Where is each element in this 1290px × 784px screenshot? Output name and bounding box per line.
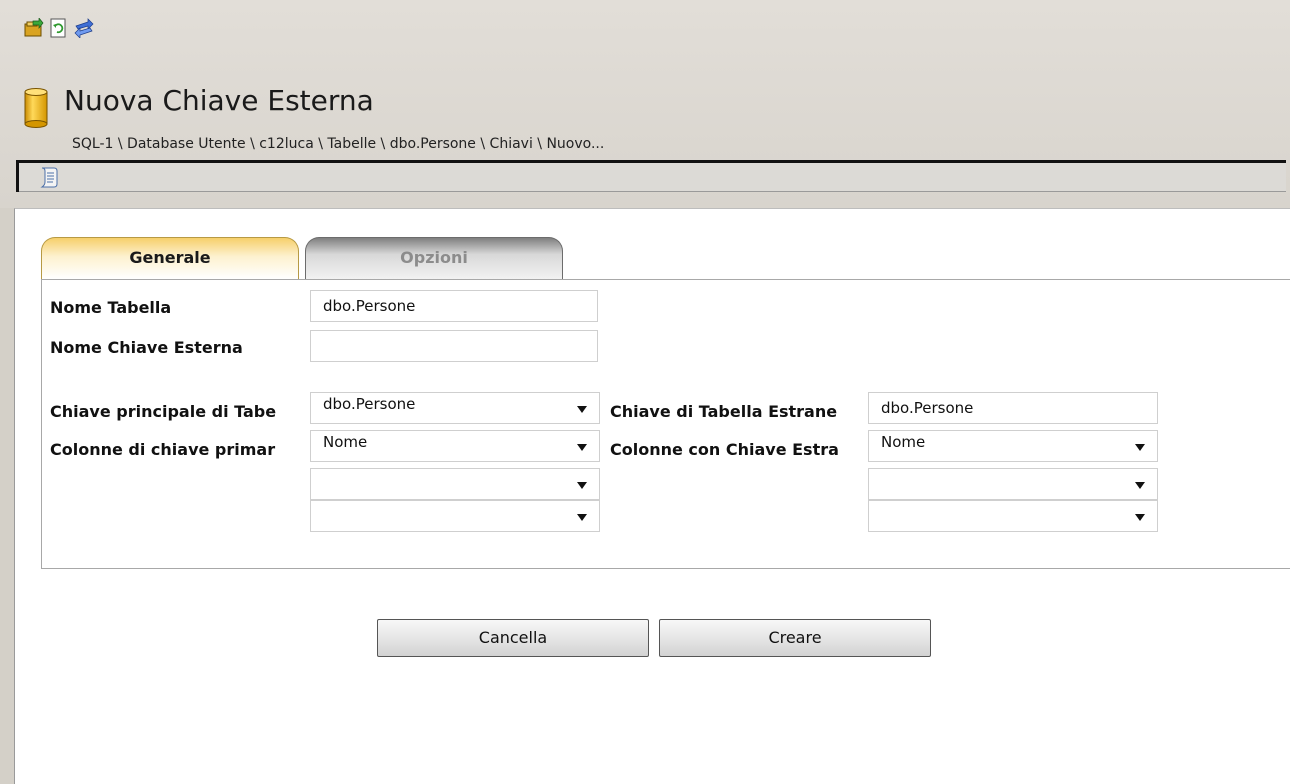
tab-generale[interactable]: Generale	[41, 237, 299, 279]
chevron-down-icon	[1135, 444, 1145, 451]
chiave-estranea-label: Chiave di Tabella Estrane	[610, 402, 838, 421]
chiave-principale-value: dbo.Persone	[323, 395, 416, 413]
colonne-estranea-select-2[interactable]	[868, 468, 1158, 500]
chevron-down-icon	[577, 406, 587, 413]
colonne-estranea-label: Colonne con Chiave Estra	[610, 440, 839, 459]
script-toolbar	[16, 160, 1286, 192]
form-content: Generale Opzioni Nome Tabella dbo.Person…	[14, 208, 1290, 784]
colonne-primaria-label: Colonne di chiave primar	[50, 440, 276, 459]
export-icon[interactable]	[24, 18, 44, 38]
header-area: Nuova Chiave Esterna SQL-1 \ Database Ut…	[0, 0, 1290, 208]
page-title: Nuova Chiave Esterna	[64, 84, 374, 117]
breadcrumb: SQL-1 \ Database Utente \ c12luca \ Tabe…	[72, 136, 605, 152]
chevron-down-icon	[577, 482, 587, 489]
nome-tabella-field[interactable]: dbo.Persone	[310, 290, 598, 322]
script-icon[interactable]	[39, 166, 59, 188]
tab-opzioni[interactable]: Opzioni	[305, 237, 563, 279]
colonne-primaria-value-1: Nome	[323, 433, 368, 451]
chevron-down-icon	[577, 444, 587, 451]
chiave-principale-select[interactable]: dbo.Persone	[310, 392, 600, 424]
chevron-down-icon	[1135, 514, 1145, 521]
chevron-down-icon	[1135, 482, 1145, 489]
chiave-estranea-field[interactable]: dbo.Persone	[868, 392, 1158, 424]
colonne-estranea-select-1[interactable]: Nome	[868, 430, 1158, 462]
chiave-principale-label: Chiave principale di Tabe	[50, 402, 277, 421]
nome-chiave-esterna-label: Nome Chiave Esterna	[50, 338, 243, 357]
database-icon	[24, 88, 48, 128]
chevron-down-icon	[577, 514, 587, 521]
cancel-button[interactable]: Cancella	[377, 619, 649, 657]
sync-icon[interactable]	[74, 18, 94, 38]
nome-chiave-esterna-field[interactable]	[310, 330, 598, 362]
refresh-icon[interactable]	[48, 18, 68, 38]
colonne-estranea-select-3[interactable]	[868, 500, 1158, 532]
general-panel: Nome Tabella dbo.Persone Nome Chiave Est…	[41, 279, 1290, 569]
nome-tabella-label: Nome Tabella	[50, 298, 172, 317]
create-button[interactable]: Creare	[659, 619, 931, 657]
colonne-primaria-select-3[interactable]	[310, 500, 600, 532]
colonne-primaria-select-1[interactable]: Nome	[310, 430, 600, 462]
window: Nuova Chiave Esterna SQL-1 \ Database Ut…	[0, 0, 1290, 784]
colonne-estranea-value-1: Nome	[881, 433, 926, 451]
colonne-primaria-select-2[interactable]	[310, 468, 600, 500]
